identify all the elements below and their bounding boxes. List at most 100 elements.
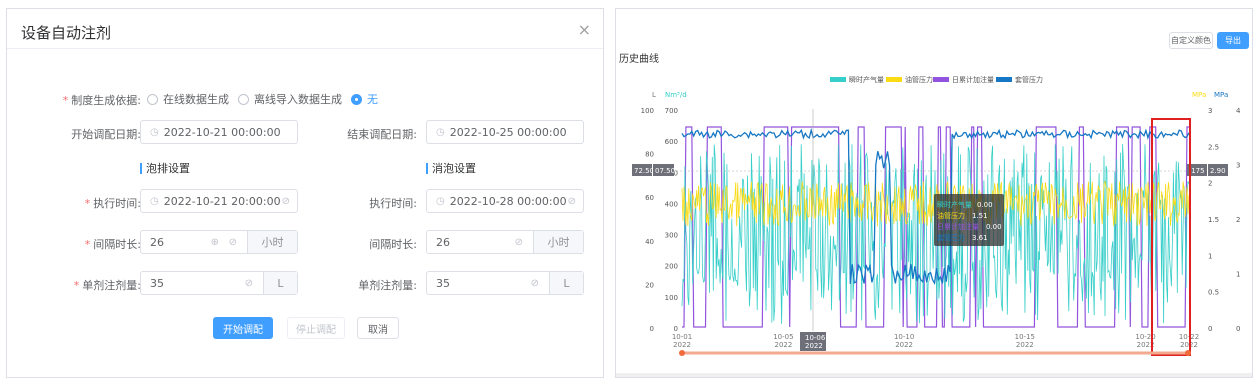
y-tick-right-outer: 3 (1236, 162, 1240, 170)
legend-swatch (886, 77, 902, 82)
dialog-divider (7, 48, 603, 49)
clear-icon[interactable]: ⊘ (245, 278, 253, 289)
foam-section-heading: 泡排设置 (140, 160, 190, 176)
radio-dot (147, 93, 158, 105)
y-tick-left-inner: 600 (665, 138, 678, 146)
start-date-label: 开始调配日期: (71, 128, 141, 141)
y-tick-right-inner: 1.5 (1208, 216, 1219, 224)
y-tick-left-outer: 100 (641, 107, 654, 115)
clock-icon: ◷ (150, 195, 159, 207)
tooltip-value: 0.00 (977, 201, 993, 209)
crosshair-right-label: 2.90 (1210, 167, 1226, 175)
legend-item: 油管压力 (905, 75, 933, 84)
axis-unit-mpa-inner: MPa (1192, 91, 1206, 99)
axis-unit-l: L (652, 91, 656, 99)
defoam-interval-input[interactable]: 26 ⊘ 小时 (426, 230, 584, 254)
chart-legend: 瞬时产气量 油管压力 日累计加注量 套管压力 (830, 75, 1043, 84)
y-tick-left-outer: 0 (650, 325, 654, 333)
section-bar (140, 162, 142, 174)
defoam-exec-label: 执行时间: (369, 197, 417, 210)
foam-interval-input[interactable]: 26 ⊕ ⊘ 小时 (140, 230, 298, 254)
legend-item: 套管压力 (1015, 75, 1043, 84)
unit-label: 小时 (533, 231, 583, 253)
y-tick-left-outer: 60 (645, 194, 654, 202)
zoom-handle-left (679, 350, 685, 356)
chart-tooltip: 瞬时产气量 0.00 油管压力 1.51 日累计加注量 0.00 套管压力 3.… (934, 194, 1004, 246)
plus-icon[interactable]: ⊕ (211, 237, 219, 248)
defoam-exec-input[interactable]: ◷ 2022-10-28 00:00:00 ⊘ (426, 189, 584, 213)
axis-unit-mpa-outer: MPa (1214, 91, 1228, 99)
start-button[interactable]: 开始调配 (213, 317, 273, 339)
defoam-section-heading: 消泡设置 (426, 160, 476, 176)
y-tick-left-inner: 700 (665, 107, 678, 115)
legend-item: 日累计加注量 (952, 75, 994, 84)
crosshair-right-label: .175 (1189, 167, 1205, 175)
clear-icon[interactable]: ⊘ (282, 196, 290, 207)
end-date-label: 结束调配日期: (347, 128, 417, 141)
defoam-dose-label: 单剂注剂量: (358, 279, 417, 292)
x-tick-date: 10-15 (1015, 333, 1035, 341)
radio-dot (351, 93, 362, 105)
x-tick-year: 2022 (774, 341, 792, 349)
radio-offline[interactable]: 离线导入数据生成 (238, 91, 342, 107)
foam-exec-input[interactable]: ◷ 2022-10-21 20:00:00 ⊘ (140, 189, 298, 213)
legend-swatch (830, 77, 846, 82)
unit-label: 小时 (247, 231, 297, 253)
x-tick-year: 2022 (673, 341, 691, 349)
y-tick-right-outer: 4 (1236, 107, 1241, 115)
foam-dose-input[interactable]: 35 ⊘ L (140, 271, 298, 295)
crosshair-left-label: 07.50 (655, 167, 675, 175)
history-chart-panel: 自定义颜色 导出 历史曲线 瞬时产气量 油管压力 日累计加注量 套管压力 L N… (615, 8, 1253, 378)
clock-icon: ◷ (436, 126, 445, 138)
dialog-title: 设备自动注剂 (21, 24, 112, 42)
tooltip-value: 0.00 (986, 223, 1002, 231)
clear-icon[interactable]: ⊘ (515, 237, 523, 248)
tooltip-value: 1.51 (972, 212, 988, 220)
zoom-slider[interactable] (679, 350, 1191, 356)
y-tick-left-inner: 300 (665, 232, 678, 240)
defoam-dose-input[interactable]: 35 ⊘ L (426, 271, 584, 295)
axis-unit-nm3: Nm³/d (665, 91, 687, 99)
legend-swatch (996, 77, 1012, 82)
tooltip-name: 油管压力 (937, 211, 965, 220)
clock-icon: ◷ (436, 195, 445, 207)
y-tick-left-inner: 100 (665, 294, 678, 302)
foam-exec-label: * 执行时间: (84, 197, 141, 210)
y-tick-right-outer: 1 (1236, 271, 1240, 279)
y-tick-right-outer: 2 (1236, 216, 1240, 224)
x-tick-date: 10-05 (773, 333, 793, 341)
y-tick-left-outer: 40 (645, 238, 654, 246)
clear-icon[interactable]: ⊘ (568, 196, 576, 207)
unit-label: L (549, 272, 583, 294)
x-tick-year: 2022 (1016, 341, 1034, 349)
clear-icon[interactable]: ⊘ (531, 278, 539, 289)
y-tick-left-outer: 80 (645, 151, 654, 159)
y-tick-right-inner: 3 (1208, 107, 1212, 115)
start-date-input[interactable]: ◷ 2022-10-21 00:00:00 (140, 120, 298, 144)
radio-online[interactable]: 在线数据生成 (147, 91, 229, 107)
y-tick-right-inner: 2.5 (1208, 143, 1219, 151)
section-bar (426, 162, 428, 174)
tooltip-name: 瞬时产气量 (937, 200, 972, 209)
unit-label: L (263, 272, 297, 294)
y-tick-right-outer: 0 (1236, 325, 1240, 333)
y-tick-left-inner: 400 (665, 200, 678, 208)
legend-swatch (933, 77, 949, 82)
close-icon[interactable]: × (578, 20, 591, 39)
basis-radio-group: 在线数据生成 离线导入数据生成 无 (147, 91, 387, 107)
tooltip-name: 日累计加注量 (937, 222, 979, 231)
basis-label: * 制度生成依据: (62, 94, 141, 107)
clock-icon: ◷ (150, 126, 159, 138)
auto-injection-dialog: 设备自动注剂 × * 制度生成依据: 在线数据生成 离线导入数据生成 无 开始调配… (6, 8, 604, 378)
y-tick-left-inner: 200 (665, 263, 678, 271)
history-chart[interactable]: 瞬时产气量 油管压力 日累计加注量 套管压力 L Nm³/d MPa MPa 0… (616, 9, 1253, 371)
panel-scrollbar[interactable] (616, 373, 1252, 377)
crosshair-left-label: 72.50 (634, 167, 654, 175)
end-date-input[interactable]: ◷ 2022-10-25 00:00:00 (426, 120, 584, 144)
cancel-button[interactable]: 取消 (357, 317, 399, 339)
zoom-handle-right (1185, 350, 1191, 356)
stop-button[interactable]: 停止调配 (287, 317, 345, 339)
clear-icon[interactable]: ⊘ (229, 237, 237, 248)
x-tick-year: 2022 (895, 341, 913, 349)
radio-none[interactable]: 无 (351, 91, 378, 107)
